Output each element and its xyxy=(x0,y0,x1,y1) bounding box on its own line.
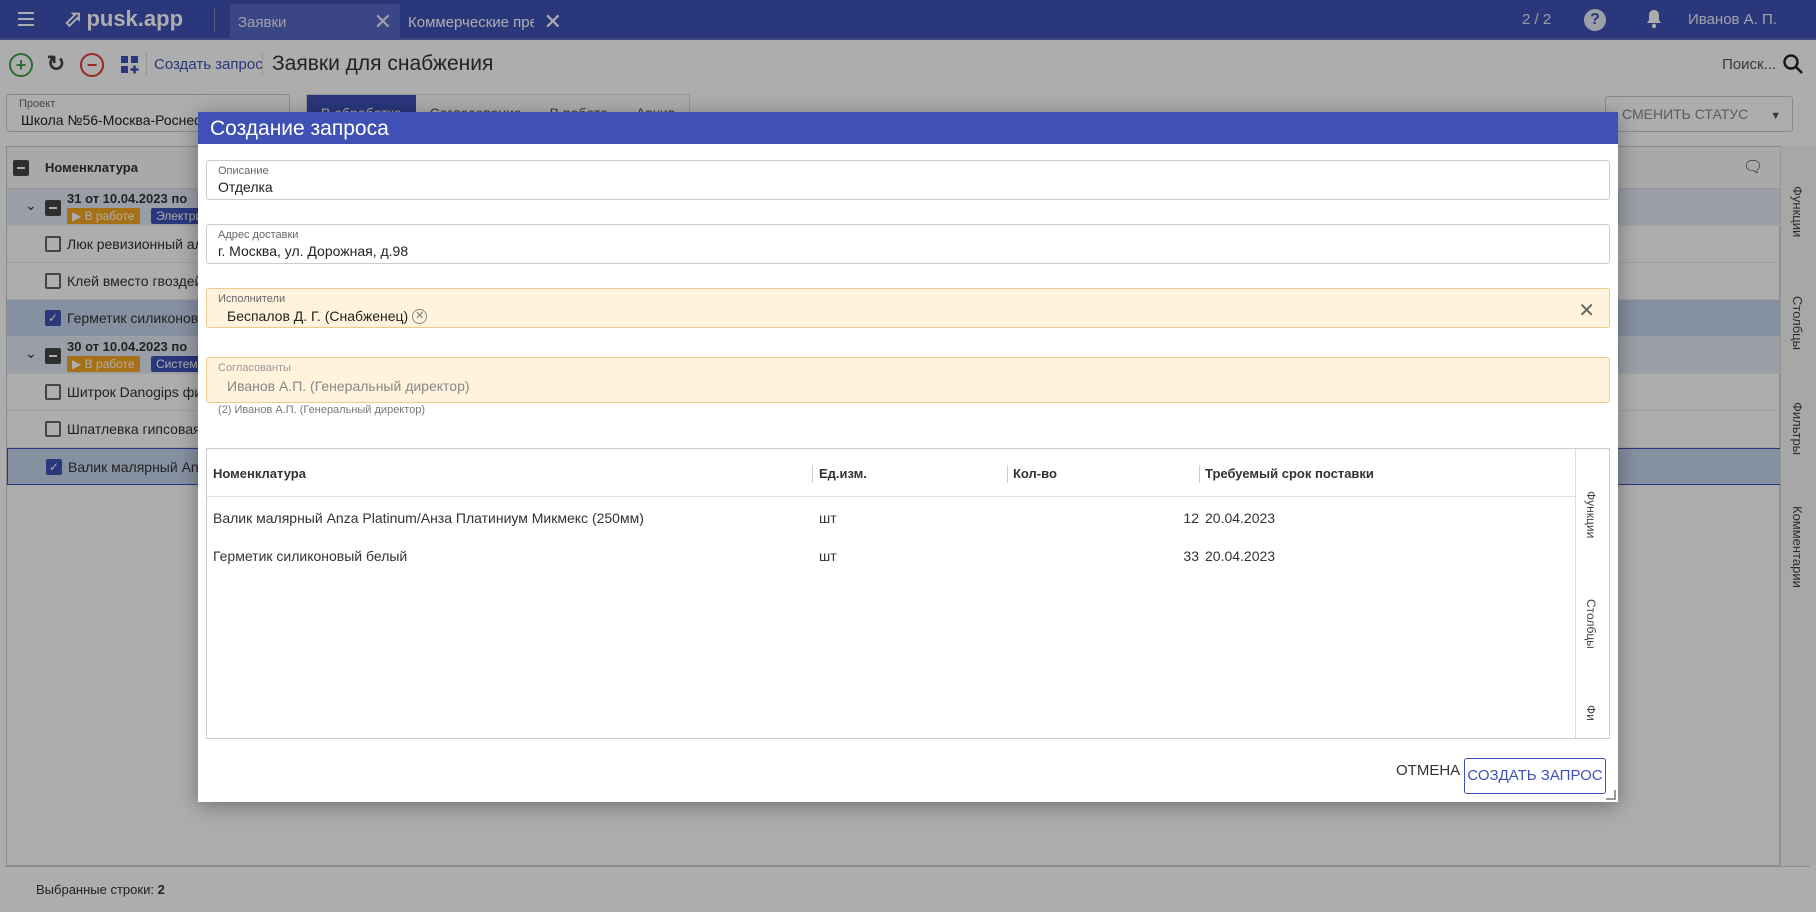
table-row[interactable]: Валик малярный Anza Platinum/Анза Платин… xyxy=(207,499,1575,537)
side-tab-filters[interactable]: Фи xyxy=(1584,705,1598,721)
executor-chip: Беспалов Д. Г. (Снабженец) ✕ xyxy=(227,308,428,324)
cell-unit: шт xyxy=(819,548,837,564)
executors-field[interactable]: Исполнители Беспалов Д. Г. (Снабженец) ✕… xyxy=(206,288,1610,328)
description-label: Описание xyxy=(218,165,269,177)
description-field[interactable]: Описание Отделка xyxy=(206,160,1610,200)
column-header-unit[interactable]: Ед.изм. xyxy=(819,466,867,481)
address-label: Адрес доставки xyxy=(218,229,299,241)
resize-handle[interactable] xyxy=(1606,790,1616,800)
table-header: Номенклатура Ед.изм. Кол-во Требуемый ср… xyxy=(207,449,1575,497)
create-request-button[interactable]: СОЗДАТЬ ЗАПРОС xyxy=(1464,758,1606,794)
approvers-label: Согласованты xyxy=(218,362,291,374)
dialog-title: Создание запроса xyxy=(198,112,1618,144)
address-value: г. Москва, ул. Дорожная, д.98 xyxy=(218,243,409,259)
request-items-table: Номенклатура Ед.изм. Кол-во Требуемый ср… xyxy=(206,448,1610,739)
cell-unit: шт xyxy=(819,510,837,526)
approvers-field[interactable]: Согласованты Иванов А.П. (Генеральный ди… xyxy=(206,357,1610,403)
cell-delivery-date[interactable]: 20.04.2023 xyxy=(1205,548,1275,564)
table-row[interactable]: Герметик силиконовый белый шт 33 20.04.2… xyxy=(207,537,1575,575)
cell-quantity[interactable]: 33 xyxy=(1183,548,1199,564)
cell-quantity[interactable]: 12 xyxy=(1183,510,1199,526)
column-header-nomenclature[interactable]: Номенклатура xyxy=(213,466,306,481)
column-separator[interactable] xyxy=(1199,465,1200,483)
column-separator[interactable] xyxy=(1007,465,1008,483)
executor-chip-label: Беспалов Д. Г. (Снабженец) xyxy=(227,308,409,324)
approvers-hint: (2) Иванов А.П. (Генеральный директор) xyxy=(218,404,426,416)
create-request-dialog: Создание запроса Описание Отделка Адрес … xyxy=(198,112,1618,802)
cancel-button[interactable]: ОТМЕНА xyxy=(1390,758,1466,783)
side-tab-columns[interactable]: Столбцы xyxy=(1584,599,1598,649)
chip-remove-icon[interactable]: ✕ xyxy=(412,308,428,324)
delivery-address-field[interactable]: Адрес доставки г. Москва, ул. Дорожная, … xyxy=(206,224,1610,264)
clear-icon[interactable]: ✕ xyxy=(1578,298,1595,323)
side-tab-functions[interactable]: Функции xyxy=(1584,491,1598,538)
column-separator[interactable] xyxy=(812,465,813,483)
column-header-delivery-date[interactable]: Требуемый срок поставки xyxy=(1205,466,1374,481)
table-side-panel: Функции Столбцы Фи xyxy=(1575,449,1609,738)
column-header-quantity[interactable]: Кол-во xyxy=(1013,466,1057,481)
cell-delivery-date[interactable]: 20.04.2023 xyxy=(1205,510,1275,526)
approvers-value: Иванов А.П. (Генеральный директор) xyxy=(227,378,470,394)
executors-label: Исполнители xyxy=(218,293,286,305)
cell-nomenclature: Герметик силиконовый белый xyxy=(213,548,408,564)
description-value: Отделка xyxy=(218,179,273,195)
cell-nomenclature: Валик малярный Anza Platinum/Анза Платин… xyxy=(213,510,644,526)
